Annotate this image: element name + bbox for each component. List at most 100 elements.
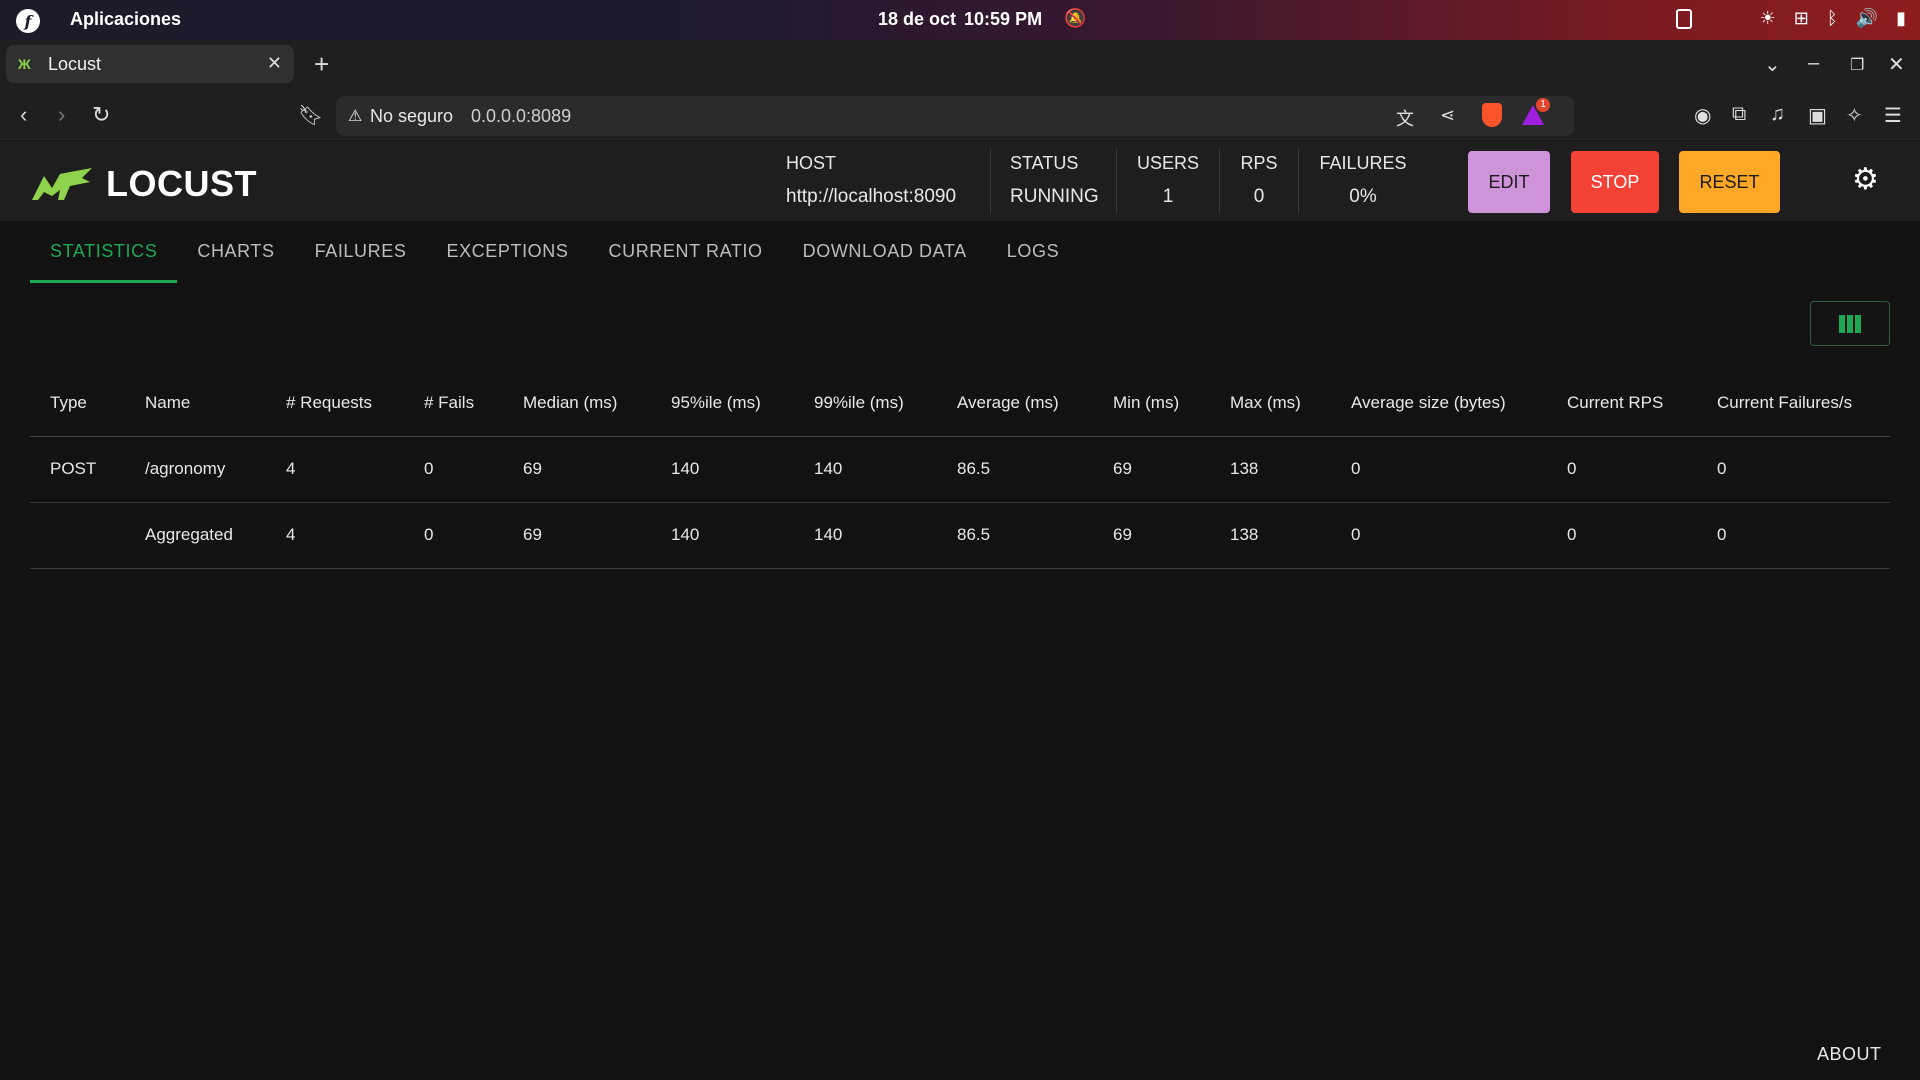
ai-sparkle-icon[interactable]: ✧ (1846, 103, 1863, 128)
browser-tab-bar: Ж Locust ✕ (0, 40, 1920, 90)
tab-charts[interactable]: CHARTS (177, 221, 294, 281)
system-top-bar: f Aplicaciones 18 de oct 10:59 PM 🔕 ☀ ⊞ ᛒ… (0, 0, 1920, 40)
brave-shields-icon[interactable] (1482, 103, 1502, 127)
table-cell: 0 (1697, 436, 1890, 503)
warning-icon: ⚠ (348, 108, 363, 125)
table-cell: 0 (404, 436, 503, 503)
failures-stat: FAILURES 0% (1318, 153, 1408, 208)
column-header[interactable]: Name (125, 370, 266, 437)
media-icon[interactable]: ♫ (1770, 103, 1785, 126)
address-bar[interactable]: ⚠ No seguro 0.0.0.0:8089 文 ⋖ 1 (336, 96, 1574, 136)
notifications-off-icon: 🔕 (1064, 8, 1087, 28)
table-cell: 69 (1093, 502, 1210, 569)
back-icon[interactable]: ‹ (20, 102, 27, 128)
applications-menu[interactable]: Aplicaciones (70, 9, 181, 30)
close-window-icon[interactable]: ✕ (1888, 52, 1905, 77)
locust-favicon-icon: Ж (18, 56, 31, 72)
battery-icon: ▮ (1896, 8, 1906, 28)
extensions-icon[interactable]: ⧉ (1732, 103, 1746, 126)
table-cell: 86.5 (937, 502, 1093, 569)
locust-header: LOCUST HOST http://localhost:8090 STATUS… (0, 141, 1920, 221)
table-row: POST /agronomy 4 0 69 140 140 86.5 69 13… (30, 436, 1890, 503)
locust-logo: LOCUST (30, 163, 257, 205)
fedora-logo-icon[interactable]: f (16, 9, 40, 33)
tab-title: Locust (48, 53, 102, 74)
column-header[interactable]: 95%ile (ms) (651, 370, 794, 437)
status-value: RUNNING (1010, 186, 1099, 207)
leo-ai-icon[interactable]: ◉ (1694, 103, 1711, 128)
clipboard-icon[interactable] (1676, 9, 1692, 29)
network-icon: ⊞ (1793, 8, 1809, 28)
tab-logs[interactable]: LOGS (987, 221, 1079, 281)
column-header[interactable]: Average (ms) (937, 370, 1093, 437)
column-header[interactable]: Type (30, 370, 125, 437)
column-header[interactable]: # Fails (404, 370, 503, 437)
stop-button[interactable]: STOP (1571, 151, 1659, 213)
table-cell: 0 (1331, 502, 1547, 569)
table-cell: 4 (266, 436, 404, 503)
rps-label: RPS (1240, 153, 1278, 173)
sidebar-icon[interactable]: ▣ (1808, 103, 1827, 128)
table-cell: Aggregated (125, 502, 266, 569)
column-header[interactable]: Min (ms) (1093, 370, 1210, 437)
table-cell: 86.5 (937, 436, 1093, 503)
tab-current-ratio[interactable]: CURRENT RATIO (589, 221, 783, 281)
reload-icon[interactable]: ↻ (92, 102, 110, 128)
edit-button[interactable]: EDIT (1468, 151, 1550, 213)
rps-stat: RPS 0 (1238, 153, 1280, 208)
table-cell: 4 (266, 502, 404, 569)
column-header[interactable]: Max (ms) (1210, 370, 1331, 437)
column-header[interactable]: Average size (bytes) (1331, 370, 1547, 437)
translate-icon[interactable]: 文 (1396, 105, 1414, 131)
table-header-row: Type Name # Requests # Fails Median (ms)… (30, 370, 1890, 437)
bluetooth-icon: ᛒ (1826, 8, 1838, 28)
tab-failures[interactable]: FAILURES (295, 221, 427, 281)
brightness-icon: ☀ (1759, 8, 1776, 28)
clock[interactable]: 18 de oct 10:59 PM (878, 9, 1050, 30)
tab-download-data[interactable]: DOWNLOAD DATA (783, 221, 987, 281)
tab-statistics[interactable]: STATISTICS (30, 221, 178, 283)
column-selector-button[interactable] (1810, 301, 1890, 346)
table-cell: 140 (794, 502, 937, 569)
table-cell: 69 (1093, 436, 1210, 503)
table-cell: /agronomy (125, 436, 266, 503)
browser-tab-locust[interactable]: Ж Locust ✕ (6, 45, 294, 83)
menu-icon[interactable]: ☰ (1884, 103, 1902, 128)
minimize-icon[interactable]: – (1808, 52, 1819, 75)
tab-exceptions[interactable]: EXCEPTIONS (426, 221, 588, 281)
table-cell: 138 (1210, 502, 1331, 569)
column-header[interactable]: Median (ms) (503, 370, 651, 437)
users-value: 1 (1162, 186, 1174, 207)
column-header[interactable]: # Requests (266, 370, 404, 437)
url-text[interactable]: 0.0.0.0:8089 (471, 106, 571, 127)
column-header[interactable]: Current Failures/s (1697, 370, 1890, 437)
table-cell: POST (30, 436, 125, 503)
theme-toggle-icon[interactable]: ⚙ (1852, 162, 1879, 197)
system-tray[interactable]: ☀ ⊞ ᛒ 🔊 ▮ (1760, 8, 1906, 29)
column-header[interactable]: 99%ile (ms) (794, 370, 937, 437)
status-label: STATUS (1010, 153, 1079, 173)
host-value: http://localhost:8090 (786, 186, 957, 207)
status-stat: STATUS RUNNING (1010, 153, 1099, 208)
tab-search-chevron-icon[interactable]: ⌄ (1764, 52, 1781, 77)
table-cell (30, 502, 125, 569)
table-row-aggregated: Aggregated 4 0 69 140 140 86.5 69 138 0 … (30, 502, 1890, 569)
forward-icon[interactable]: › (58, 102, 65, 128)
reset-button[interactable]: RESET (1679, 151, 1780, 213)
column-header[interactable]: Current RPS (1547, 370, 1697, 437)
date-label: 18 de oct (878, 9, 957, 29)
table-cell: 0 (1547, 436, 1697, 503)
table-cell: 140 (794, 436, 937, 503)
security-status[interactable]: No seguro (370, 106, 453, 127)
main-tabs: STATISTICS CHARTS FAILURES EXCEPTIONS CU… (30, 221, 1079, 283)
table-cell: 69 (503, 502, 651, 569)
about-link[interactable]: ABOUT (1817, 1044, 1882, 1065)
new-tab-button[interactable]: + (314, 49, 329, 80)
table-cell: 69 (503, 436, 651, 503)
share-icon[interactable]: ⋖ (1440, 105, 1455, 126)
close-tab-icon[interactable]: ✕ (267, 53, 282, 74)
restore-icon[interactable]: ❐ (1850, 55, 1864, 75)
bookmark-icon[interactable]: 🔖︎ (298, 103, 323, 128)
locust-logo-icon (32, 168, 92, 200)
failures-label: FAILURES (1319, 153, 1407, 173)
